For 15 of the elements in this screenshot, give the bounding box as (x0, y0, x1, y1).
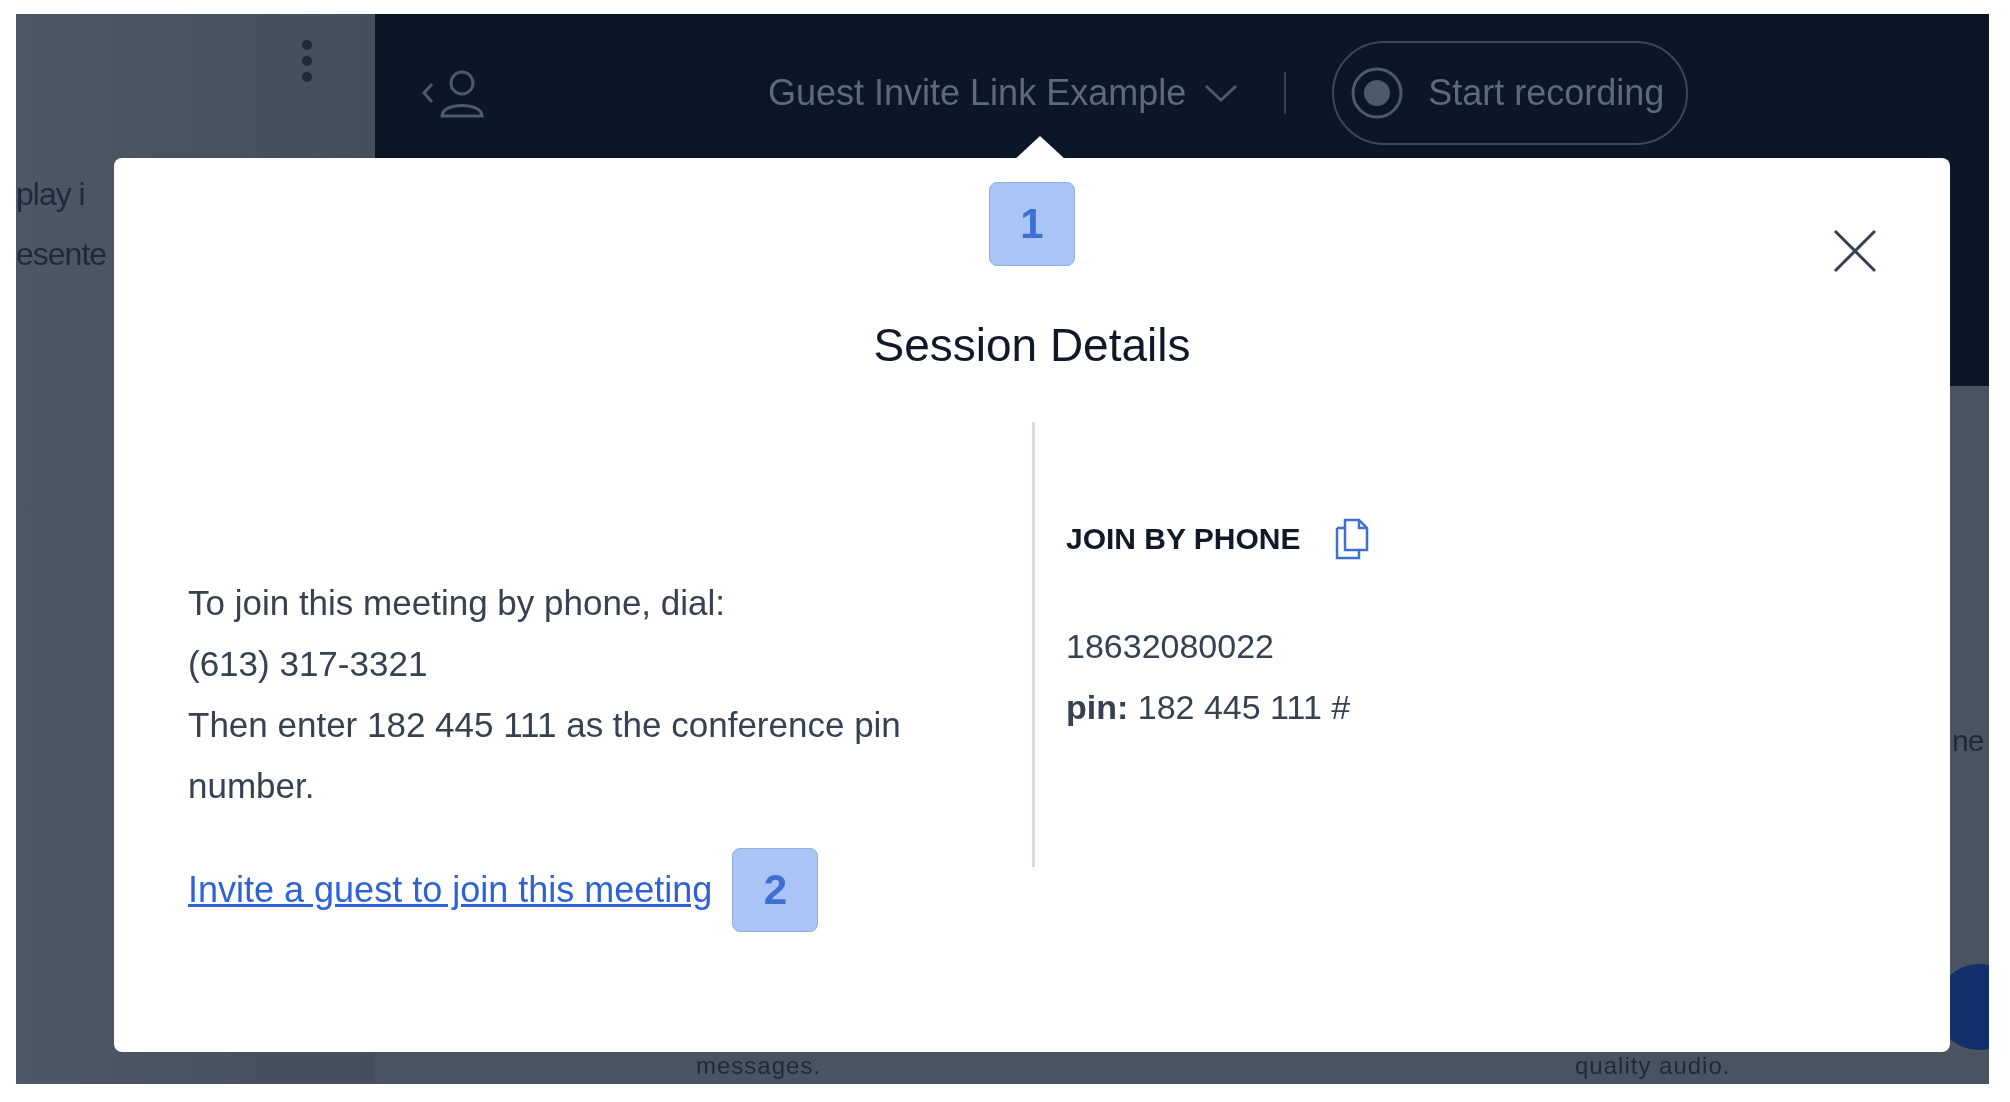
step-badge: 2 (732, 848, 819, 932)
dialog-title: Session Details (873, 318, 1191, 372)
phone-number: 18632080022 (1066, 626, 1275, 667)
session-title-dropdown[interactable]: Guest Invite Link Example (768, 72, 1239, 114)
step-badge: 1 (989, 182, 1075, 266)
phone-instructions: To join this meeting by phone, dial: (613) 317-3321 Then enter 182 445 111 as the conference pin number. (188, 582, 902, 807)
person-icon[interactable] (420, 68, 486, 118)
copy-icon[interactable] (1334, 518, 1369, 560)
pin-text: pin: 182 445 111 # (1066, 687, 1352, 728)
close-icon[interactable] (1832, 228, 1878, 274)
invite-guest-link[interactable]: Invite a guest to join this meeting (188, 869, 713, 911)
section-heading: JOIN BY PHONE (1066, 522, 1301, 556)
record-icon (1350, 66, 1405, 120)
chevron-down-icon[interactable] (1204, 83, 1239, 103)
start-recording-button[interactable]: Start recording (1332, 41, 1689, 145)
